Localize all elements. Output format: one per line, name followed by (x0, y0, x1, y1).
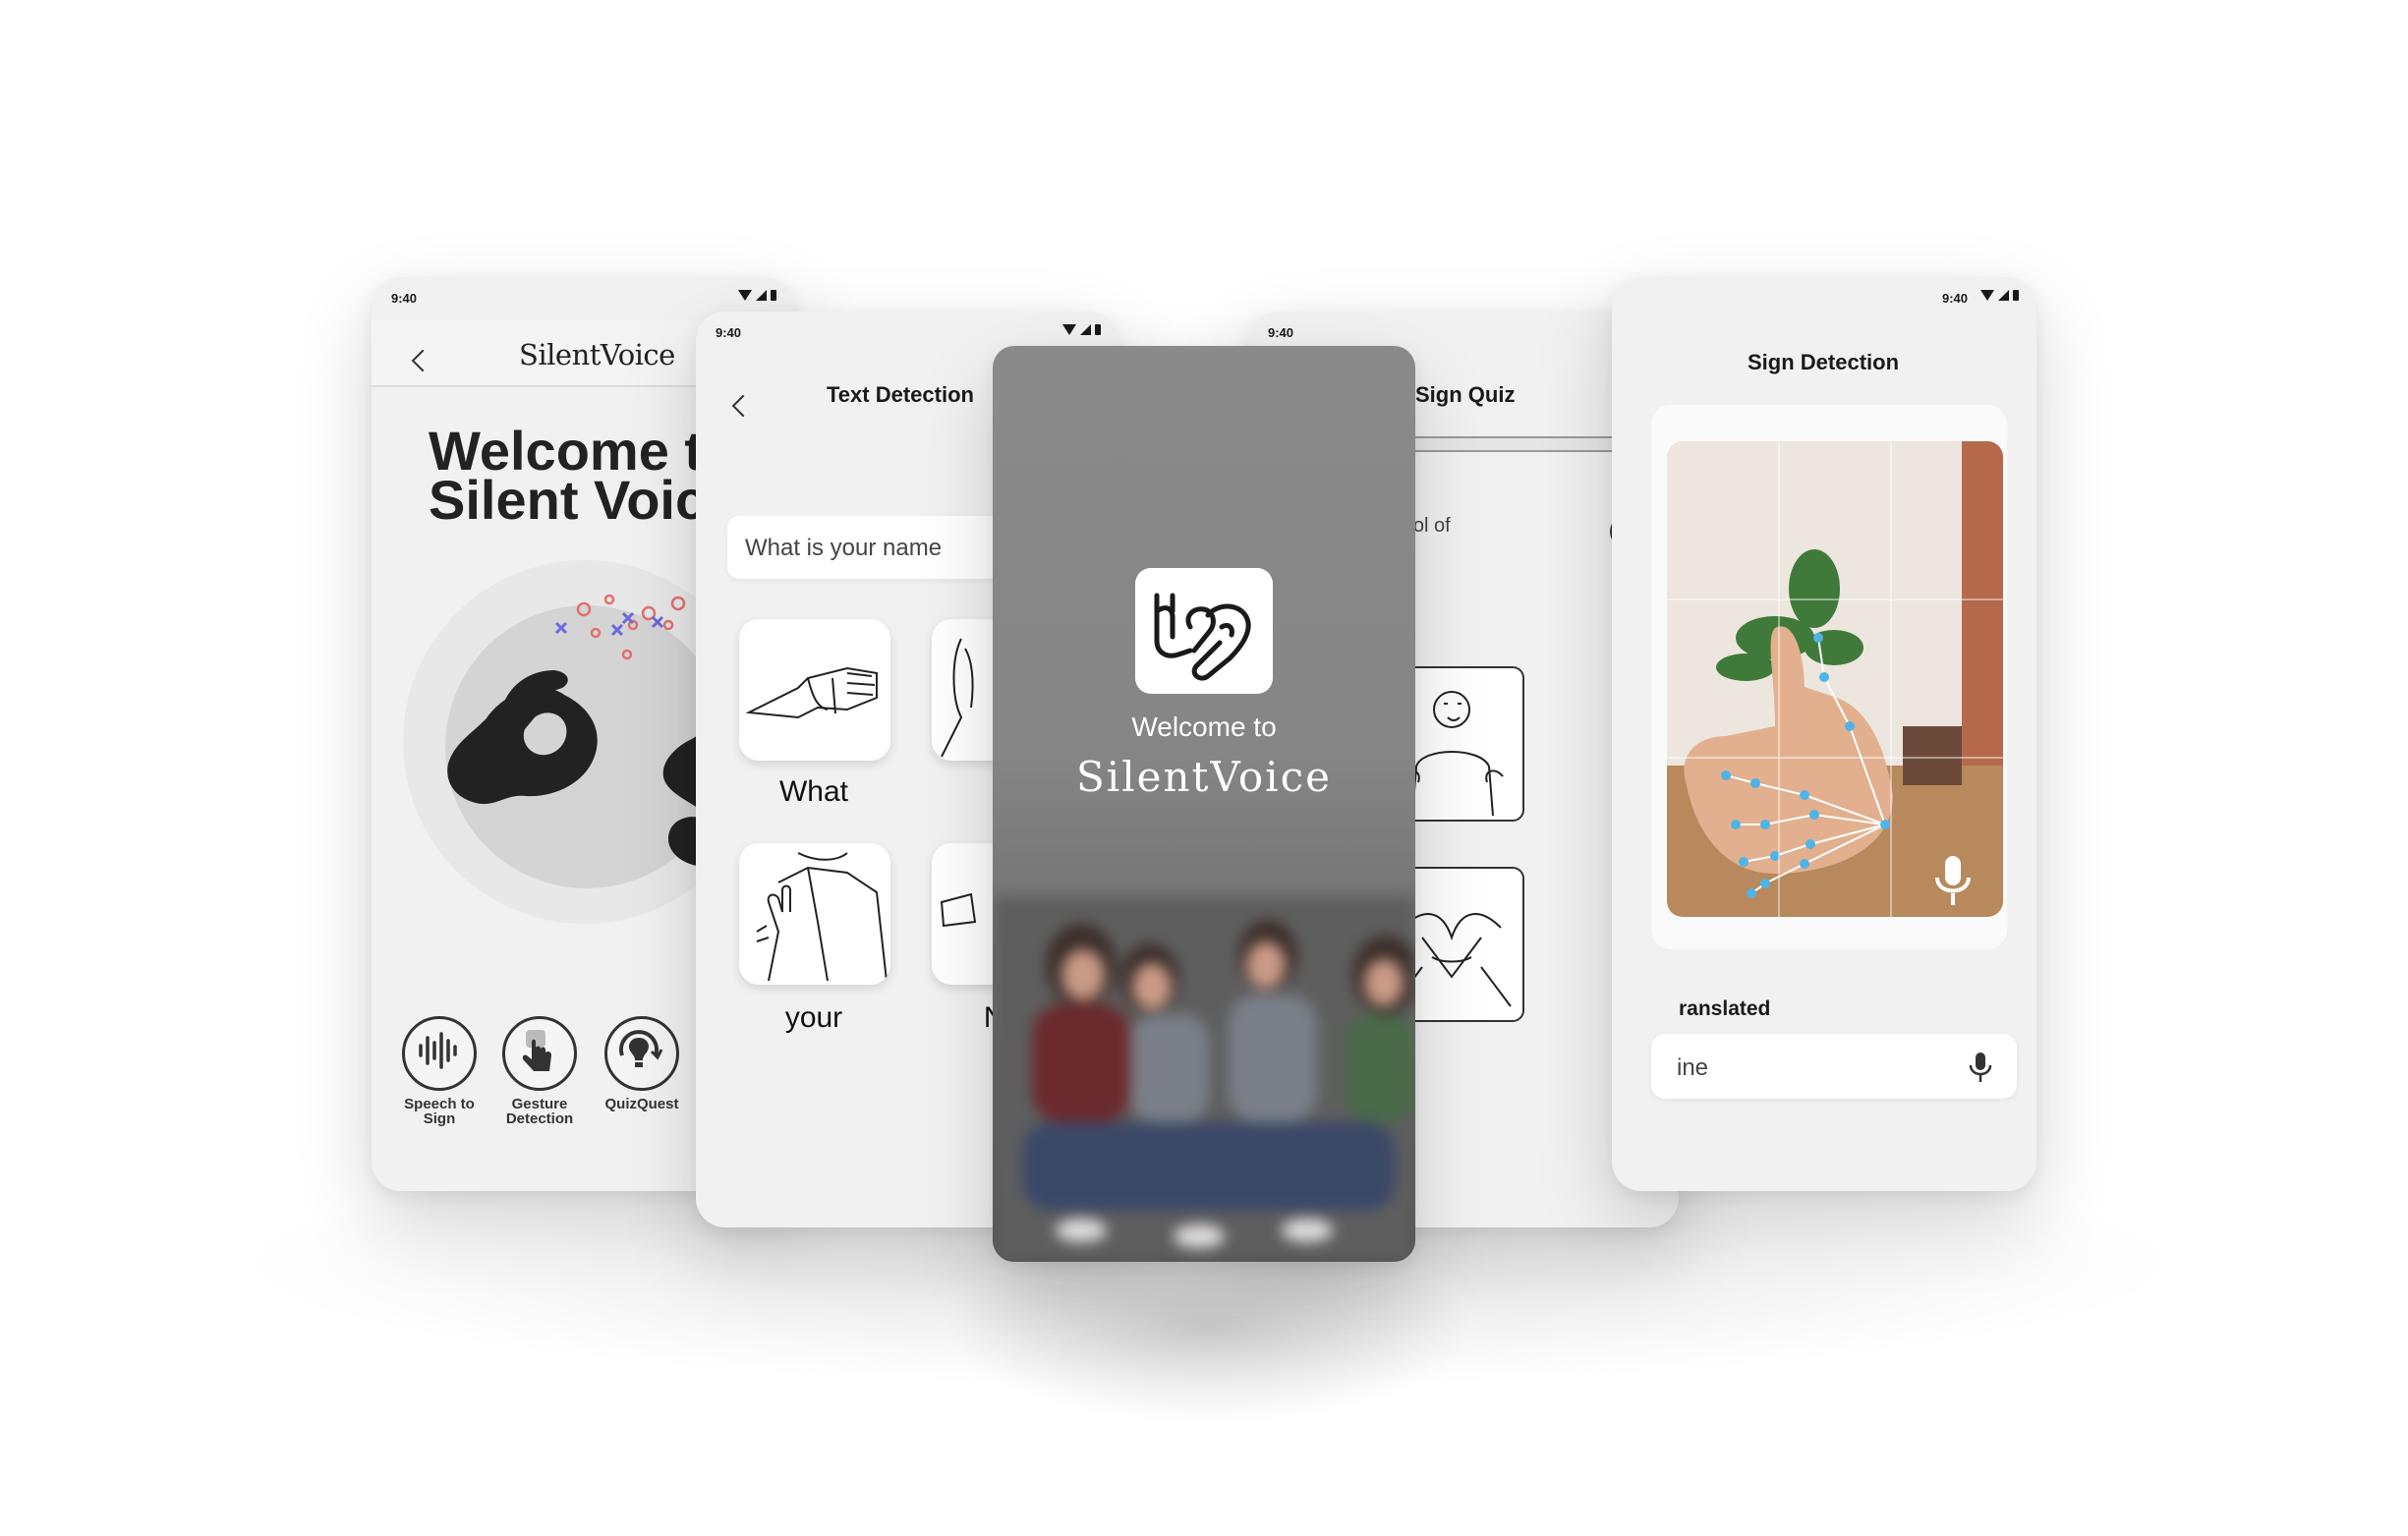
feature-label-line-1: Speech to (404, 1096, 475, 1112)
page-title: Text Detection (827, 382, 974, 407)
signal-icon (1080, 324, 1091, 335)
lightbulb-refresh-icon (604, 1016, 679, 1091)
battery-icon (771, 290, 776, 301)
feature-label-line-1: QuizQuest (604, 1096, 679, 1112)
status-icons (1980, 290, 2019, 301)
welcome-heading: Welcome t Silent Voic (429, 424, 707, 531)
sign-word: your (784, 1001, 843, 1034)
splash-brand: SilentVoice (1076, 753, 1332, 801)
mockup-stage: 9:40 SilentVoice Welcome t Silent Voic S… (0, 0, 2408, 1536)
sign-hands-logo-icon (1154, 593, 1251, 681)
signal-icon (756, 290, 767, 301)
wifi-icon (1980, 290, 1994, 301)
splash-screen: Welcome to SilentVoice (993, 346, 1415, 1262)
page-title: Sign Detection (1748, 350, 1900, 374)
app-brand: SilentVoice (519, 338, 675, 371)
status-icons (1062, 324, 1101, 335)
feature-label-line-1: Gesture (511, 1096, 568, 1112)
back-icon[interactable] (731, 394, 755, 418)
text-input-value: What is your name (745, 535, 943, 561)
app-logo (1135, 568, 1273, 694)
soundwave-icon (402, 1016, 477, 1091)
battery-icon (1095, 324, 1101, 335)
sign-detection-screen: 9:40 Sign Detection ranslated ine (1612, 277, 2036, 1191)
battery-icon (2013, 290, 2019, 301)
sign-card-your[interactable] (739, 843, 890, 985)
status-time: 9:40 (391, 291, 418, 306)
camera-preview (1667, 441, 2003, 917)
translated-output-value: ine (1677, 1054, 1709, 1081)
sign-word: What (778, 775, 849, 808)
mic-icon[interactable] (1969, 1051, 1992, 1084)
feature-label: Speech to Sign (385, 1097, 493, 1126)
page-title: Sign Quiz (1415, 382, 1516, 407)
feature-quizquest[interactable]: QuizQuest (588, 1016, 696, 1111)
feature-gesture-detection[interactable]: Gesture Detection (486, 1016, 594, 1126)
feature-label: QuizQuest (588, 1097, 696, 1111)
status-icons (738, 290, 776, 301)
feature-speech-to-sign[interactable]: Speech to Sign (385, 1016, 493, 1126)
feature-label-line-2: Sign (423, 1110, 456, 1127)
wifi-icon (738, 290, 752, 301)
hand-landmark-preview (1667, 441, 2003, 917)
splash-welcome: Welcome to (1131, 711, 1277, 742)
status-time: 9:40 (716, 325, 742, 340)
status-time: 9:40 (1268, 325, 1294, 340)
feature-label: Gesture Detection (486, 1097, 594, 1126)
group-photo-background (993, 896, 1415, 1262)
signal-icon (1998, 290, 2009, 301)
translated-label: ranslated (1679, 997, 1771, 1020)
wifi-icon (1062, 324, 1076, 335)
sign-your-illustration (756, 852, 888, 982)
sign-what-illustration (745, 666, 878, 719)
sign-card-what[interactable] (739, 619, 890, 761)
status-bar: 9:40 (1612, 277, 2036, 320)
welcome-line-2: Silent Voic (429, 469, 707, 531)
feature-label-line-2: Detection (505, 1110, 574, 1127)
status-time: 9:40 (1941, 291, 1968, 306)
hand-tap-icon (502, 1016, 577, 1091)
